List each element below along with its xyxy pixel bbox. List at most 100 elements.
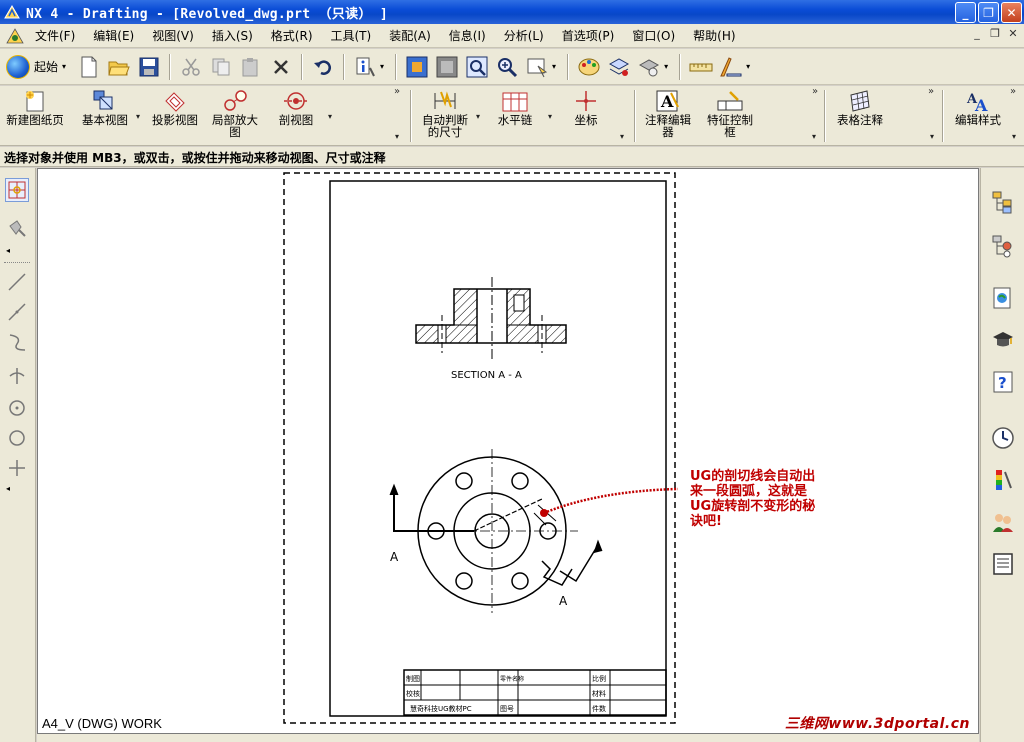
new-sheet-button[interactable]: 新建图纸页 (4, 88, 66, 144)
toolbar-separator (343, 53, 346, 80)
mdi-restore-button[interactable]: ❐ (988, 27, 1002, 40)
projected-view-icon (161, 88, 189, 114)
dimension-dropdown[interactable]: ▾ (476, 112, 480, 121)
new-sheet-icon (21, 88, 49, 114)
base-view-icon (91, 88, 119, 114)
menu-format[interactable]: 格式(R) (262, 27, 322, 44)
group-options-dropdown[interactable]: ▾ (395, 132, 399, 141)
group-overflow-chevron[interactable]: » (928, 86, 934, 97)
projected-view-button[interactable]: 投影视图 (146, 88, 204, 144)
menu-tools[interactable]: 工具(T) (322, 27, 381, 44)
title-bar[interactable]: NX 4 - Drafting - [Revolved_dwg.prt （只读）… (0, 0, 1024, 24)
pan-icon[interactable] (525, 55, 549, 79)
edit-style-button[interactable]: AA 编辑样式 (950, 88, 1006, 144)
minimize-button[interactable]: _ (955, 2, 976, 23)
open-icon[interactable] (107, 55, 131, 79)
assembly-navigator-icon[interactable] (989, 188, 1017, 216)
left-toolbar-dropdown[interactable]: ◂ (6, 484, 10, 493)
base-view-dropdown[interactable]: ▾ (136, 112, 140, 121)
zoom-in-icon[interactable] (495, 55, 519, 79)
line-alt-icon[interactable] (5, 300, 29, 324)
group-overflow-chevron[interactable]: » (1010, 86, 1016, 97)
new-icon[interactable] (77, 55, 101, 79)
tabular-note-button[interactable]: 表格注释 (832, 88, 888, 144)
menu-help[interactable]: 帮助(H) (684, 27, 744, 44)
help-icon[interactable]: ? (989, 368, 1017, 396)
menu-window[interactable]: 窗口(O) (623, 27, 684, 44)
callout-line-4: 诀吧! (690, 514, 722, 529)
style-group-dropdown[interactable]: ▾ (1012, 132, 1016, 141)
delete-icon[interactable] (269, 55, 293, 79)
feature-control-frame-button[interactable]: 特征控制框 (700, 88, 760, 144)
projected-view-label: 投影视图 (152, 113, 198, 127)
history-icon[interactable] (989, 424, 1017, 452)
menu-preferences[interactable]: 首选项(P) (553, 27, 624, 44)
section-label: SECTION A - A (451, 370, 522, 381)
select-view-icon[interactable] (5, 178, 29, 202)
info-icon[interactable] (353, 55, 377, 79)
nx-menu-icon[interactable] (4, 26, 26, 46)
zoom-icon[interactable] (465, 55, 489, 79)
measure-icon[interactable] (689, 55, 713, 79)
menu-assembly[interactable]: 装配(A) (380, 27, 440, 44)
menu-information[interactable]: 信息(I) (440, 27, 495, 44)
table-group-dropdown[interactable]: ▾ (930, 132, 934, 141)
title-cell-checked: 校核 (406, 689, 420, 698)
drag-icon[interactable] (5, 216, 29, 240)
menu-edit[interactable]: 编辑(E) (84, 27, 143, 44)
arc-icon[interactable] (5, 330, 29, 354)
graphics-window[interactable]: SECTION A - A A A 制图 校核 零件名称 比例 材料 件数 图号… (37, 168, 979, 734)
section-view-button[interactable]: 剖视图 (274, 88, 318, 144)
group-overflow-chevron[interactable]: » (394, 86, 400, 97)
dimension-group-dropdown[interactable]: ▾ (620, 132, 624, 141)
point-icon[interactable] (5, 364, 29, 388)
copy-icon[interactable] (209, 55, 233, 79)
detail-view-button[interactable]: 局部放大图 (208, 88, 262, 144)
annotation-editor-button[interactable]: A 注释编辑器 (640, 88, 696, 144)
web-browser-icon[interactable] (989, 284, 1017, 312)
base-view-label: 基本视图 (82, 113, 128, 127)
system-icon[interactable] (989, 550, 1017, 578)
close-button[interactable]: ✕ (1001, 2, 1022, 23)
start-button[interactable]: 起始 ▾ (6, 54, 66, 79)
menu-view[interactable]: 视图(V) (143, 27, 203, 44)
mdi-minimize-button[interactable]: _ (970, 27, 984, 40)
edit-style-icon: AA (964, 88, 992, 114)
group-overflow-chevron[interactable]: » (812, 86, 818, 97)
fit-icon[interactable] (405, 55, 429, 79)
annotation-group-dropdown[interactable]: ▾ (812, 132, 816, 141)
save-icon[interactable] (137, 55, 161, 79)
palette-icon[interactable] (577, 55, 601, 79)
inferred-dimension-button[interactable]: 自动判断的尺寸 (416, 88, 474, 144)
menu-insert[interactable]: 插入(S) (203, 27, 262, 44)
layer-icon[interactable] (607, 55, 631, 79)
tabular-note-icon (846, 88, 874, 114)
base-view-button[interactable]: 基本视图 (74, 88, 136, 144)
mdi-close-button[interactable]: ✕ (1006, 27, 1020, 40)
horizontal-chain-button[interactable]: 水平链 (490, 88, 540, 144)
crosshair-icon[interactable] (5, 456, 29, 480)
paste-icon[interactable] (239, 55, 263, 79)
circle-icon[interactable] (5, 426, 29, 450)
line-icon[interactable] (5, 270, 29, 294)
title-cell-part-name: 零件名称 (500, 675, 524, 683)
restore-button[interactable]: ❐ (978, 2, 999, 23)
section-view-dropdown[interactable]: ▾ (328, 112, 332, 121)
roles-icon[interactable] (989, 508, 1017, 536)
cut-icon[interactable] (179, 55, 203, 79)
chain-dropdown[interactable]: ▾ (548, 112, 552, 121)
drafting-tools-icon[interactable] (719, 55, 743, 79)
part-navigator-icon[interactable] (989, 232, 1017, 260)
visibility-icon[interactable] (637, 55, 661, 79)
callout-line-3: UG旋转剖不变形的秘 (690, 499, 816, 514)
ordinate-button[interactable]: 坐标 (566, 88, 606, 144)
palette-icon[interactable] (989, 466, 1017, 494)
training-icon[interactable] (989, 326, 1017, 354)
menu-analysis[interactable]: 分析(L) (495, 27, 553, 44)
circle-center-icon[interactable] (5, 396, 29, 420)
undo-icon[interactable] (311, 55, 335, 79)
menu-file[interactable]: 文件(F) (26, 27, 84, 44)
zoom-window-icon[interactable] (435, 55, 459, 79)
callout-line-1: UG的剖切线会自动出 (690, 469, 816, 484)
left-toolbar-dropdown[interactable]: ◂ (6, 246, 10, 255)
